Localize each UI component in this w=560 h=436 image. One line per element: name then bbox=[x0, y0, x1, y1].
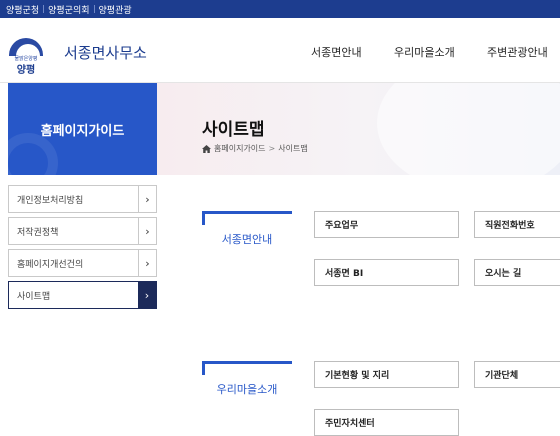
sub-nav-item-label: 저작권정책 bbox=[17, 227, 59, 238]
sub-nav-item-copyright-policy[interactable]: 저작권정책 › bbox=[8, 217, 157, 245]
logo-text: 양평 bbox=[16, 65, 36, 76]
utility-bar: 양평군청 양평군의회 양평관광 bbox=[0, 0, 560, 18]
sub-nav-item-sitemap[interactable]: 사이트맵 › bbox=[8, 281, 157, 309]
sitemap-section-heading: 우리마을소개 bbox=[202, 361, 292, 401]
site-header: 물맑은양평 양평 서종면사무소 서종면안내 우리마을소개 주변관광안내 bbox=[0, 18, 560, 83]
sub-nav: 개인정보처리방침 › 저작권정책 › 홈페이지개선건의 › 사이트맵 › bbox=[8, 185, 157, 313]
sitemap-section-title[interactable]: 서종면안내 bbox=[202, 231, 292, 247]
site-title[interactable]: 서종면사무소 bbox=[64, 42, 147, 63]
page-title: 사이트맵 bbox=[202, 120, 265, 140]
chevron-right-icon: › bbox=[138, 250, 156, 276]
logo-arc bbox=[9, 38, 43, 56]
nav-item-town-info[interactable]: 서종면안내 bbox=[311, 44, 362, 60]
chevron-right-icon: › bbox=[138, 282, 156, 308]
breadcrumb-item[interactable]: 홈페이지가이드 bbox=[214, 143, 266, 154]
sub-nav-item-label: 개인정보처리방침 bbox=[17, 195, 84, 206]
page-hero: 사이트맵 홈페이지가이드 > 사이트맵 bbox=[157, 83, 560, 175]
sitemap-link[interactable]: 직원전화번호 bbox=[474, 211, 560, 238]
sub-nav-title-panel: 홈페이지가이드 bbox=[8, 83, 157, 175]
decorative-blob bbox=[377, 83, 560, 175]
home-icon[interactable] bbox=[202, 144, 211, 153]
breadcrumb: 홈페이지가이드 > 사이트맵 bbox=[202, 143, 308, 154]
sub-nav-title: 홈페이지가이드 bbox=[40, 124, 125, 139]
sub-nav-item-privacy-policy[interactable]: 개인정보처리방침 › bbox=[8, 185, 157, 213]
sub-nav-item-suggestions[interactable]: 홈페이지개선건의 › bbox=[8, 249, 157, 277]
sitemap-link[interactable]: 서종면 BI bbox=[314, 259, 459, 286]
sitemap-link[interactable]: 주민자치센터 bbox=[314, 409, 459, 436]
link-county-council[interactable]: 양평군의회 bbox=[44, 3, 93, 16]
chevron-right-icon: › bbox=[138, 186, 156, 212]
nav-item-tourism[interactable]: 주변관광안내 bbox=[487, 44, 548, 60]
sitemap-link[interactable]: 기관단체 bbox=[474, 361, 560, 388]
sub-nav-item-label: 홈페이지개선건의 bbox=[17, 259, 84, 270]
link-yangpyeong-county[interactable]: 양평군청 bbox=[2, 3, 43, 16]
link-tourism[interactable]: 양평관광 bbox=[95, 3, 136, 16]
chevron-right-icon: › bbox=[138, 218, 156, 244]
sitemap-link[interactable]: 기본현황 및 지리 bbox=[314, 361, 459, 388]
sitemap-link[interactable]: 오시는 길 bbox=[474, 259, 560, 286]
logo[interactable]: 물맑은양평 양평 bbox=[7, 38, 45, 76]
sitemap-section-title[interactable]: 우리마을소개 bbox=[202, 381, 292, 397]
breadcrumb-current: 사이트맵 bbox=[278, 144, 308, 153]
sitemap-section-heading: 서종면안내 bbox=[202, 211, 292, 251]
decorative-circle bbox=[8, 133, 58, 175]
sub-nav-item-label: 사이트맵 bbox=[17, 291, 51, 302]
chevron-right-icon: > bbox=[268, 144, 276, 153]
sitemap-link[interactable]: 주요업무 bbox=[314, 211, 459, 238]
nav-item-village-intro[interactable]: 우리마을소개 bbox=[394, 44, 455, 60]
